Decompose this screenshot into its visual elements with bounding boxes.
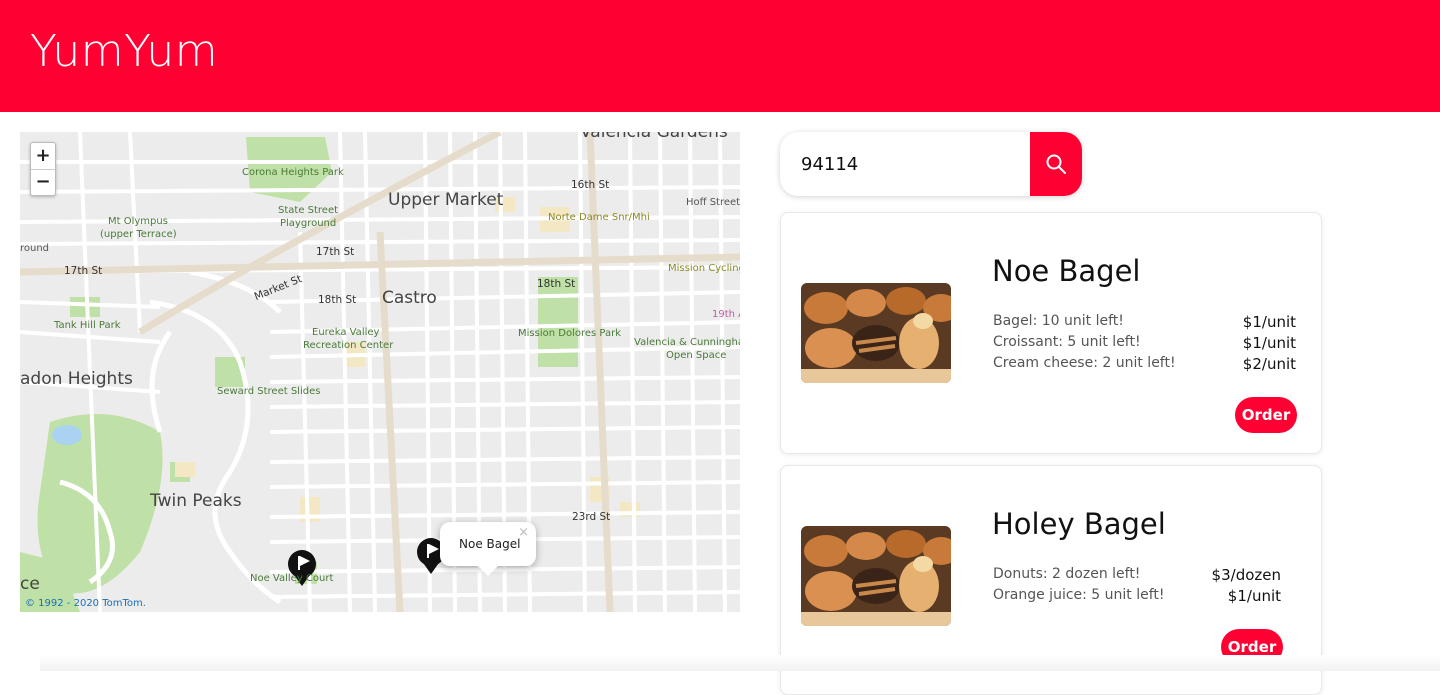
map-label: round	[20, 243, 50, 254]
item-label: Bagel: 10 unit left!	[993, 313, 1124, 329]
store-image[interactable]	[801, 283, 951, 383]
list-item: Donuts: 2 dozen left! $3/dozen	[993, 566, 1281, 587]
item-price: $2/unit	[1242, 355, 1296, 373]
map-label: Recreation Center	[303, 340, 394, 351]
item-price: $3/dozen	[1211, 566, 1281, 584]
brand-logo[interactable]: YumYum	[30, 26, 218, 77]
map-label: Upper Market	[388, 190, 504, 210]
close-icon[interactable]: ×	[518, 525, 529, 540]
list-item: Orange juice: 5 unit left! $1/unit	[993, 587, 1281, 608]
zoom-control: + −	[30, 142, 56, 196]
map-label: Noe Valley Court	[250, 573, 334, 584]
item-label: Orange juice: 5 unit left!	[993, 587, 1165, 603]
item-list: Bagel: 10 unit left! $1/unit Croissant: …	[993, 313, 1296, 376]
item-price: $1/unit	[1242, 313, 1296, 331]
map-label: Valencia Gardens	[580, 132, 728, 142]
map-label: adon Heights	[20, 369, 133, 389]
map-attribution[interactable]: © 1992 - 2020 TomTom.	[25, 598, 146, 609]
map-label: Valencia & Cunningha	[634, 337, 740, 348]
map-label: Eureka Valley	[312, 327, 380, 338]
item-list: Donuts: 2 dozen left! $3/dozen Orange ju…	[993, 566, 1281, 608]
map-label: 17th St	[64, 265, 103, 277]
map-label: Seward Street Slides	[217, 386, 321, 397]
map-label: ce	[20, 574, 40, 594]
footer-shadow	[40, 655, 1440, 671]
item-label: Croissant: 5 unit left!	[993, 334, 1141, 350]
map-label: 18th St	[537, 278, 576, 290]
store-image[interactable]	[801, 526, 951, 626]
store-card: Noe Bagel Bagel: 10 unit left! $1/unit C…	[780, 212, 1322, 454]
search-input[interactable]	[780, 132, 1030, 196]
search-icon	[1046, 154, 1066, 174]
item-price: $1/unit	[1227, 587, 1281, 605]
order-button[interactable]: Order	[1235, 397, 1297, 433]
map-label: Corona Heights Park	[242, 167, 344, 178]
item-price: $1/unit	[1242, 334, 1296, 352]
map-label: (upper Terrace)	[100, 229, 177, 240]
item-label: Cream cheese: 2 unit left!	[993, 355, 1176, 371]
map-label: Playground	[280, 218, 337, 229]
map-label: Mission Cycling	[668, 263, 740, 274]
zoom-out-button[interactable]: −	[31, 169, 55, 195]
map-label: 17th St	[316, 246, 355, 258]
map-label: Mt Olympus	[108, 216, 168, 227]
search-bar	[780, 132, 1082, 196]
map-label: 19th A	[712, 309, 740, 320]
app-header: YumYum	[0, 0, 1440, 112]
item-label: Donuts: 2 dozen left!	[993, 566, 1141, 582]
map-label: Castro	[382, 288, 437, 308]
map-label: 18th St	[318, 294, 357, 306]
store-name[interactable]: Noe Bagel	[992, 254, 1140, 288]
map-label: State Street	[278, 205, 339, 216]
map-label: Norte Dame Snr/Mhi	[548, 212, 650, 223]
map-label: 16th St	[571, 179, 610, 191]
map-popup: Noe Bagel ×	[440, 522, 536, 576]
map-label: Tank Hill Park	[54, 320, 121, 331]
zoom-in-button[interactable]: +	[31, 143, 55, 169]
list-item: Bagel: 10 unit left! $1/unit	[993, 313, 1296, 334]
search-button[interactable]	[1030, 132, 1082, 196]
map-label: 23rd St	[572, 511, 611, 523]
map-label: Mission Dolores Park	[518, 328, 621, 339]
map-label: Twin Peaks	[150, 491, 242, 511]
store-name[interactable]: Holey Bagel	[992, 507, 1166, 541]
map-view[interactable]: Valencia Gardens Corona Heights Park Upp…	[20, 132, 740, 612]
popup-text: Noe Bagel	[459, 537, 521, 551]
list-item: Cream cheese: 2 unit left! $2/unit	[993, 355, 1296, 376]
map-label: Open Space	[666, 350, 727, 361]
list-item: Croissant: 5 unit left! $1/unit	[993, 334, 1296, 355]
map-label: Hoff Street	[686, 197, 740, 208]
